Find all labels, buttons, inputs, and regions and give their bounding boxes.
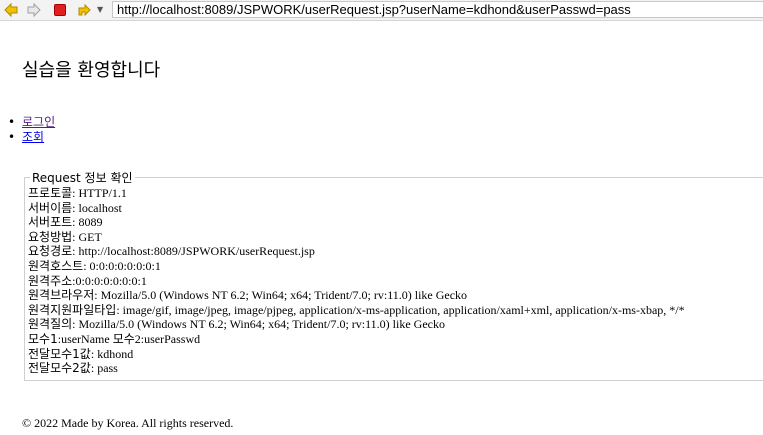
info-row: 원격브라우저: Mozilla/5.0 (Windows NT 6.2; Win… bbox=[28, 288, 763, 303]
info-row-value: http://localhost:8089/JSPWORK/userReques… bbox=[78, 244, 315, 259]
info-row-value: 0:0:0:0:0:0:0:1 bbox=[89, 258, 161, 273]
info-row-value: HTTP/1.1 bbox=[78, 186, 127, 200]
info-row-value: 0:0:0:0:0:0:0:1 bbox=[75, 273, 147, 288]
info-row-key: 서버이름 bbox=[28, 200, 73, 215]
info-row-key: 원격질의 bbox=[28, 317, 73, 332]
info-row-value: 8089 bbox=[78, 215, 103, 230]
info-row-value: pass bbox=[97, 361, 118, 376]
browser-toolbar: ▼ http://localhost:8089/JSPWORK/userRequ… bbox=[0, 0, 763, 21]
info-row-key: 원격브라우저 bbox=[28, 288, 95, 303]
info-row-key: 전달모수2값 bbox=[28, 361, 91, 376]
info-row: 서버포트: 8089 bbox=[28, 215, 763, 230]
go-icon[interactable] bbox=[76, 2, 92, 18]
info-row: 원격지원파일타입: image/gif, image/jpeg, image/p… bbox=[28, 303, 763, 318]
info-row-key: 프로토콜 bbox=[28, 186, 73, 200]
info-row-key: 서버포트 bbox=[28, 215, 73, 230]
info-row: 모수1:userName 모수2:userPasswd bbox=[28, 332, 763, 347]
info-row-key: 원격호스트 bbox=[28, 258, 84, 273]
info-row: 원격주소:0:0:0:0:0:0:0:1 bbox=[28, 274, 763, 289]
info-row-value: GET bbox=[78, 229, 102, 244]
info-row: 서버이름: localhost bbox=[28, 201, 763, 216]
dropdown-arrow-icon[interactable]: ▼ bbox=[97, 5, 103, 14]
info-row-key: 요청경로 bbox=[28, 244, 73, 259]
info-row-key: 요청방법 bbox=[28, 229, 73, 244]
address-bar[interactable]: http://localhost:8089/JSPWORK/userReques… bbox=[112, 1, 763, 18]
request-info-fieldset: Request 정보 확인 프로토콜: HTTP/1.1 서버이름: localh… bbox=[24, 169, 763, 381]
info-row-value: localhost bbox=[78, 200, 122, 215]
info-row: 원격질의: Mozilla/5.0 (Windows NT 6.2; Win64… bbox=[28, 317, 763, 332]
login-link[interactable]: 로그인 bbox=[22, 115, 55, 129]
info-row: 요청경로: http://localhost:8089/JSPWORK/user… bbox=[28, 244, 763, 259]
info-row-value: image/gif, image/jpeg, image/pjpeg, appl… bbox=[122, 302, 685, 317]
info-row-value: userName 모수2:userPasswd bbox=[61, 331, 201, 346]
search-link[interactable]: 조회 bbox=[22, 130, 44, 144]
info-row-key: 원격지원파일타입 bbox=[28, 302, 117, 317]
request-info-legend: Request 정보 확인 bbox=[32, 171, 133, 185]
info-row: 전달모수1값: kdhond bbox=[28, 347, 763, 362]
back-arrow-icon[interactable] bbox=[3, 2, 19, 18]
info-row-key: 원격주소 bbox=[28, 273, 73, 288]
nav-menu: 로그인 조회 bbox=[8, 115, 55, 145]
stop-icon[interactable] bbox=[52, 2, 68, 18]
info-row-key: 전달모수1값 bbox=[28, 346, 91, 361]
page-title: 실습을 환영합니다 bbox=[22, 60, 161, 81]
forward-arrow-icon[interactable] bbox=[26, 2, 42, 18]
info-row: 요청방법: GET bbox=[28, 230, 763, 245]
info-row: 전달모수2값: pass bbox=[28, 361, 763, 376]
info-row-value: kdhond bbox=[97, 346, 134, 361]
info-row: 원격호스트: 0:0:0:0:0:0:0:1 bbox=[28, 259, 763, 274]
info-row-key: 모수1 bbox=[28, 331, 58, 346]
info-row-value: Mozilla/5.0 (Windows NT 6.2; Win64; x64;… bbox=[100, 288, 468, 303]
info-row: 프로토콜: HTTP/1.1 bbox=[28, 186, 763, 201]
info-row-value: Mozilla/5.0 (Windows NT 6.2; Win64; x64;… bbox=[78, 317, 445, 332]
request-info-rows: 프로토콜: HTTP/1.1 서버이름: localhost 서버포트: 8089 요… bbox=[28, 186, 763, 376]
nav-item-login: 로그인 bbox=[8, 115, 55, 130]
footer-copyright: © 2022 Made by Korea. All rights reserve… bbox=[22, 416, 234, 430]
nav-item-search: 조회 bbox=[8, 130, 55, 145]
